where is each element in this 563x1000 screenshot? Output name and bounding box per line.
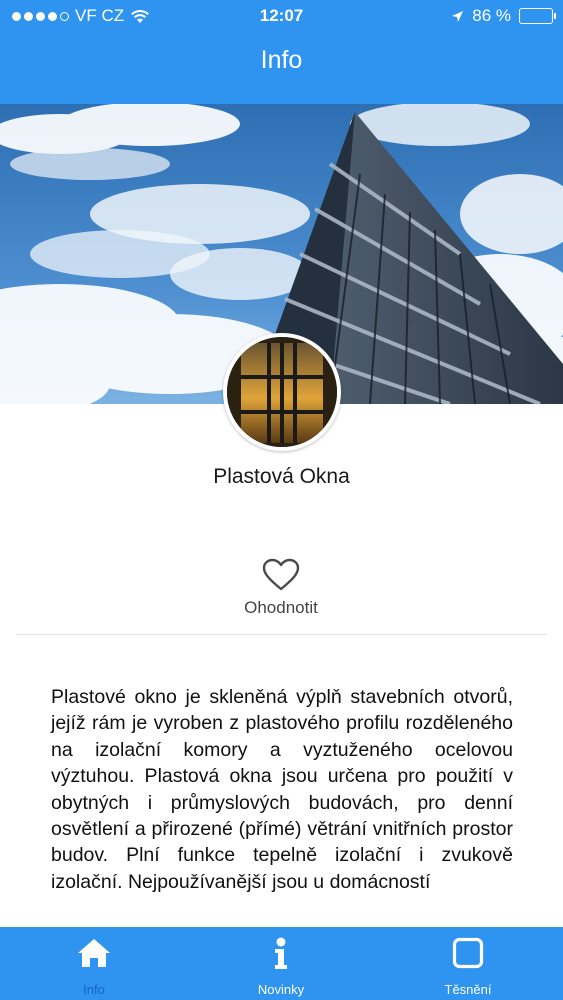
info-icon bbox=[275, 937, 287, 969]
status-right: 86 % bbox=[451, 6, 556, 26]
tab-novinky-label: Novinky bbox=[257, 982, 305, 997]
page-title: Info bbox=[260, 46, 303, 74]
square-icon bbox=[452, 937, 484, 969]
status-bar: VF CZ 12:07 86 % bbox=[0, 0, 563, 32]
heart-icon bbox=[262, 558, 300, 591]
divider bbox=[16, 634, 547, 635]
home-icon bbox=[78, 939, 110, 967]
top-bar: VF CZ 12:07 86 % Info bbox=[0, 0, 563, 104]
tab-info[interactable]: Info bbox=[24, 927, 164, 1000]
tab-tesneni[interactable]: Těsnění bbox=[398, 927, 538, 1000]
rate-button[interactable]: Ohodnotit bbox=[231, 558, 331, 618]
battery-percent: 86 % bbox=[472, 6, 511, 25]
description-text: Plastové okno je skleněná výplň stavební… bbox=[51, 686, 513, 893]
location-arrow-icon bbox=[452, 10, 464, 22]
app-name: Plastová Okna bbox=[213, 465, 350, 488]
tab-info-label: Info bbox=[83, 982, 105, 997]
app-avatar bbox=[223, 333, 341, 451]
tab-bar: Info Novinky Těsnění bbox=[0, 927, 563, 1000]
tab-tesneni-label: Těsnění bbox=[444, 982, 492, 997]
battery-icon bbox=[519, 8, 556, 24]
tab-novinky[interactable]: Novinky bbox=[211, 927, 351, 1000]
rate-label: Ohodnotit bbox=[244, 598, 318, 617]
